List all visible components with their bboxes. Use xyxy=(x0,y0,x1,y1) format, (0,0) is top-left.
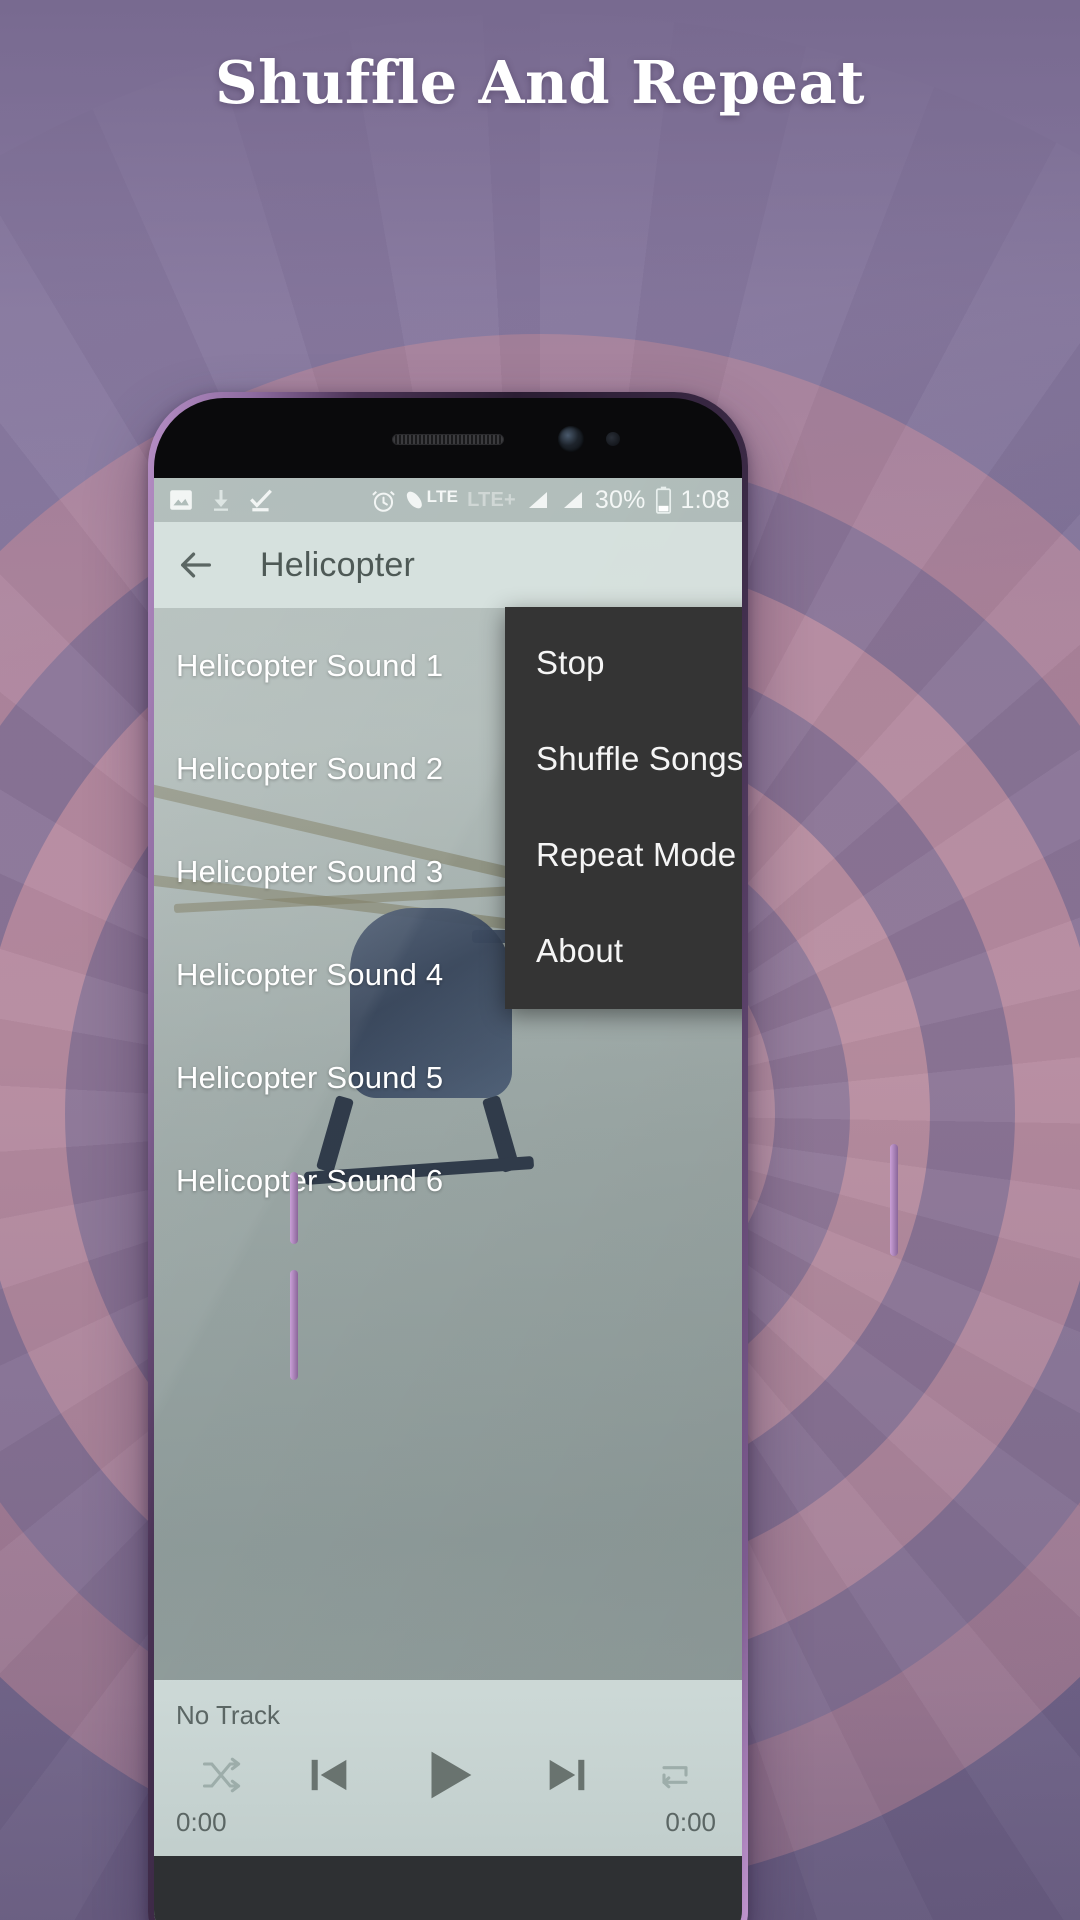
next-button[interactable] xyxy=(541,1749,593,1801)
alarm-icon xyxy=(371,490,395,512)
menu-item-label: About xyxy=(536,932,624,969)
lte-label: LTE xyxy=(426,487,459,506)
song-label: Helicopter Sound 4 xyxy=(176,956,444,992)
song-label: Helicopter Sound 3 xyxy=(176,853,444,889)
player-controls xyxy=(154,1742,742,1808)
clock-label: 1:08 xyxy=(680,485,730,514)
next-icon xyxy=(549,1759,585,1791)
song-label: Helicopter Sound 6 xyxy=(176,1162,444,1198)
list-item[interactable]: Helicopter Sound 6 xyxy=(154,1129,742,1232)
menu-item-shuffle-songs[interactable]: Shuffle Songs xyxy=(505,711,742,807)
status-bar-right-icons: LTE LTE+ 30% 1:08 xyxy=(370,486,730,515)
signal-icon xyxy=(563,492,582,508)
signal-icon xyxy=(528,492,547,508)
check-underline-icon xyxy=(250,489,272,512)
shuffle-icon xyxy=(202,1757,241,1793)
volume-up-button[interactable] xyxy=(290,1172,298,1244)
power-button[interactable] xyxy=(890,1144,898,1256)
play-icon xyxy=(431,1751,472,1799)
song-label: Helicopter Sound 1 xyxy=(176,647,444,683)
previous-icon xyxy=(311,1759,347,1791)
image-icon xyxy=(170,490,192,510)
status-bar: LTE LTE+ 30% 1:08 xyxy=(154,478,742,522)
battery-icon xyxy=(655,486,671,514)
status-bar-left-icons xyxy=(168,487,274,513)
phone-screen: LTE LTE+ 30% 1:08 Helicopter Helicopter … xyxy=(154,478,742,1920)
menu-item-stop[interactable]: Stop xyxy=(505,615,742,711)
previous-button[interactable] xyxy=(303,1749,355,1801)
iris-sensor xyxy=(606,432,620,446)
phone-bezel: LTE LTE+ 30% 1:08 Helicopter Helicopter … xyxy=(154,398,742,1920)
song-label: Helicopter Sound 2 xyxy=(176,750,444,786)
elapsed-time-label: 0:00 xyxy=(176,1807,227,1837)
menu-item-about[interactable]: About xyxy=(505,903,742,999)
system-navigation-bar xyxy=(154,1856,742,1920)
volume-down-button[interactable] xyxy=(290,1270,298,1380)
download-icon xyxy=(214,490,228,511)
menu-item-repeat-mode[interactable]: Repeat Mode xyxy=(505,807,742,903)
total-time-label: 0:00 xyxy=(665,1807,716,1837)
repeat-button[interactable] xyxy=(653,1753,697,1797)
front-camera xyxy=(558,426,584,452)
menu-item-label: Shuffle Songs xyxy=(536,740,742,777)
play-button[interactable] xyxy=(415,1742,481,1808)
phone-lte-icon: LTE xyxy=(406,487,458,513)
song-label: Helicopter Sound 5 xyxy=(176,1059,444,1095)
battery-percent-label: 30% xyxy=(594,485,646,514)
current-track-label: No Track xyxy=(176,1700,281,1730)
phone-mockup: LTE LTE+ 30% 1:08 Helicopter Helicopter … xyxy=(148,392,898,1920)
overflow-menu[interactable]: Stop Shuffle Songs Repeat Mode About xyxy=(505,607,742,1009)
page-title: Shuffle And Repeat xyxy=(215,48,865,117)
back-arrow-icon[interactable] xyxy=(176,545,216,585)
player-bar: No Track 0:00 0:00 xyxy=(154,1680,742,1856)
toolbar-title: Helicopter xyxy=(260,545,416,584)
app-toolbar: Helicopter xyxy=(154,522,742,608)
menu-item-label: Repeat Mode xyxy=(536,836,737,873)
shuffle-button[interactable] xyxy=(199,1753,243,1797)
lte-plus-label: LTE+ xyxy=(467,488,516,511)
repeat-icon xyxy=(662,1766,688,1789)
earpiece-speaker xyxy=(392,434,504,445)
menu-item-label: Stop xyxy=(536,644,605,681)
list-item[interactable]: Helicopter Sound 5 xyxy=(154,1026,742,1129)
